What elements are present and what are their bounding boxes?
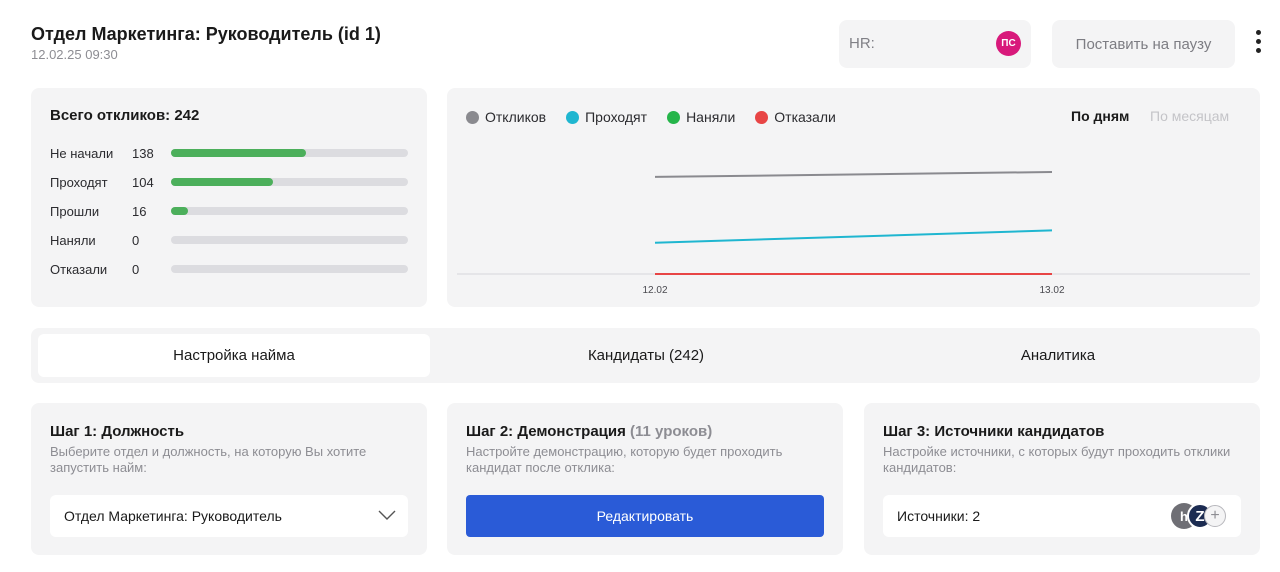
stat-label: Отказали xyxy=(50,262,108,277)
hr-selector[interactable]: HR: ПС xyxy=(839,20,1031,68)
step3-title: Шаг 3: Источники кандидатов xyxy=(883,423,1105,440)
step2-description: Настройте демонстрацию, которую будет пр… xyxy=(466,444,783,475)
legend-label: Отказали xyxy=(774,109,836,125)
pause-button[interactable]: Поставить на паузу xyxy=(1052,20,1235,68)
stat-value: 104 xyxy=(132,175,154,190)
legend-dot xyxy=(667,110,681,124)
stat-bar-fill xyxy=(171,207,188,215)
step2-lessons-count: (11 уроков) xyxy=(630,423,713,440)
legend-dot xyxy=(566,110,580,124)
chevron-down-icon xyxy=(378,510,396,520)
hr-avatar[interactable]: ПС xyxy=(996,31,1021,56)
stat-row: Прошли 16 xyxy=(50,201,410,221)
stat-bar-fill xyxy=(171,149,306,157)
responses-chart-panel: 12.02 13.02 Откликов Проходят Наняли Отказал… xyxy=(447,88,1260,307)
legend-item: Откликов xyxy=(466,109,546,125)
position-select-value: Отдел Маркетинга: Руководитель xyxy=(64,508,282,524)
stat-bar-track xyxy=(171,236,408,244)
sources-selector[interactable]: Источники: 2 h Z + xyxy=(883,495,1241,537)
legend-item: Проходят xyxy=(566,109,647,125)
hr-label: HR: xyxy=(849,35,875,52)
stat-label: Не начали xyxy=(50,146,114,161)
stat-label: Наняли xyxy=(50,233,96,248)
stat-row: Не начали 138 xyxy=(50,143,410,163)
main-tabs: Настройка найма Кандидаты (242) Аналитик… xyxy=(31,328,1260,383)
more-options-icon[interactable] xyxy=(1250,30,1266,58)
step2-title-text: Шаг 2: Демонстрация xyxy=(466,423,626,440)
step1-description: Выберите отдел и должность, на которую В… xyxy=(50,444,367,475)
stat-value: 138 xyxy=(132,146,154,161)
x-tick-label: 12.02 xyxy=(642,285,667,296)
stat-row: Наняли 0 xyxy=(50,230,410,250)
legend-item: Отказали xyxy=(755,109,836,125)
step3-description: Настройке источники, с которых будут про… xyxy=(883,444,1231,475)
stat-label: Проходят xyxy=(50,175,108,190)
step1-panel: Шаг 1: Должность Выберите отдел и должно… xyxy=(31,403,427,555)
stat-row: Отказали 0 xyxy=(50,259,410,279)
legend-label: Откликов xyxy=(485,109,547,125)
add-circle-icon[interactable]: + xyxy=(1204,505,1226,527)
period-months-toggle[interactable]: По месяцам xyxy=(1150,108,1229,124)
stat-value: 0 xyxy=(132,262,140,277)
legend-dot xyxy=(755,110,769,124)
stat-bar-track xyxy=(171,207,408,215)
position-select[interactable]: Отдел Маркетинга: Руководитель xyxy=(50,495,408,537)
period-days-toggle[interactable]: По дням xyxy=(1071,108,1129,124)
sources-count: Источники: 2 xyxy=(897,508,981,524)
stats-title: Всего откликов: 242 xyxy=(50,107,200,124)
stat-row: Проходят 104 xyxy=(50,172,410,192)
tab-candidates[interactable]: Кандидаты (242) xyxy=(451,334,841,377)
page-title: Отдел Маркетинга: Руководитель (id 1) xyxy=(31,24,381,44)
chart-legend: Откликов Проходят Наняли Отказали xyxy=(466,109,856,125)
series-line xyxy=(654,171,1053,178)
stat-value: 16 xyxy=(132,204,147,219)
page-header: Отдел Маркетинга: Руководитель (id 1) 12… xyxy=(0,0,1280,80)
responses-stats-panel: Всего откликов: 242 Не начали 138 Проходят… xyxy=(31,88,427,307)
stat-bar-fill xyxy=(171,178,273,186)
step3-panel: Шаг 3: Источники кандидатов Настройке ис… xyxy=(864,403,1260,555)
stat-bar-track xyxy=(171,265,408,273)
stat-value: 0 xyxy=(132,233,140,248)
legend-dot xyxy=(466,110,479,124)
x-tick-label: 13.02 xyxy=(1039,285,1064,296)
step2-title: Шаг 2: Демонстрация (11 уроков) xyxy=(466,423,712,440)
step2-panel: Шаг 2: Демонстрация (11 уроков) Настройт… xyxy=(447,403,843,555)
page-datetime: 12.02.25 09:30 xyxy=(31,47,118,62)
step1-title: Шаг 1: Должность xyxy=(50,423,185,440)
tab-analytics[interactable]: Аналитика xyxy=(863,334,1253,377)
legend-item: Наняли xyxy=(667,109,735,125)
stat-label: Прошли xyxy=(50,204,100,219)
edit-demo-button[interactable]: Редактировать xyxy=(466,495,824,537)
series-line xyxy=(654,229,1053,244)
legend-label: Проходят xyxy=(585,109,648,125)
legend-label: Наняли xyxy=(686,109,736,125)
tab-hiring-setup[interactable]: Настройка найма xyxy=(38,334,430,377)
